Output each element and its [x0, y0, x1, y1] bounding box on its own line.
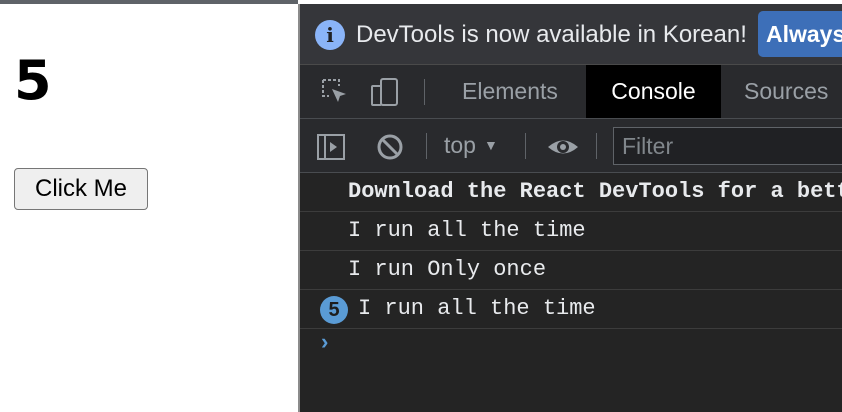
- context-selector-label: top: [444, 132, 476, 158]
- sidebar-toggle-icon[interactable]: [316, 132, 346, 162]
- console-message-text: I run all the time: [358, 296, 596, 321]
- tab-elements[interactable]: Elements: [462, 65, 558, 118]
- toolbar-divider: [424, 79, 425, 105]
- devtools-panel: i DevTools is now available in Korean! A…: [298, 4, 842, 412]
- always-match-button[interactable]: Always: [758, 11, 842, 57]
- console-output: Download the React DevTools for a bett I…: [300, 173, 842, 412]
- live-expression-eye-icon[interactable]: [546, 132, 578, 162]
- info-icon: i: [315, 20, 345, 50]
- app-page: 5 Click Me: [0, 4, 298, 412]
- toolbar-divider: [525, 133, 526, 159]
- inspect-element-icon[interactable]: [320, 77, 350, 107]
- console-message: 5 I run all the time: [300, 290, 842, 329]
- language-infobar: i DevTools is now available in Korean! A…: [300, 4, 842, 65]
- tab-sources[interactable]: Sources: [744, 65, 828, 118]
- context-selector[interactable]: top ▼: [444, 119, 498, 172]
- toolbar-divider: [596, 133, 597, 159]
- toolbar-divider: [426, 133, 427, 159]
- click-me-button[interactable]: Click Me: [14, 168, 148, 210]
- dropdown-triangle-icon: ▼: [483, 137, 498, 153]
- counter-value: 5: [14, 49, 52, 112]
- console-prompt-icon[interactable]: ›: [318, 331, 331, 356]
- tab-console[interactable]: Console: [586, 65, 721, 118]
- clear-console-icon[interactable]: [375, 132, 405, 162]
- console-message: I run Only once: [300, 251, 842, 290]
- device-toolbar-icon[interactable]: [370, 77, 400, 107]
- filter-input[interactable]: [614, 128, 842, 164]
- infobar-message: DevTools is now available in Korean!: [356, 21, 747, 48]
- console-message-text: Download the React DevTools for a bett: [348, 179, 842, 204]
- console-message: Download the React DevTools for a bett: [300, 173, 842, 212]
- console-message: I run all the time: [300, 212, 842, 251]
- console-toolbar: top ▼: [300, 119, 842, 173]
- repeat-count-badge: 5: [320, 296, 348, 324]
- filter-box: [613, 127, 842, 165]
- devtools-tabbar: Elements Console Sources: [300, 65, 842, 119]
- console-message-text: I run all the time: [348, 218, 586, 243]
- console-message-text: I run Only once: [348, 257, 547, 282]
